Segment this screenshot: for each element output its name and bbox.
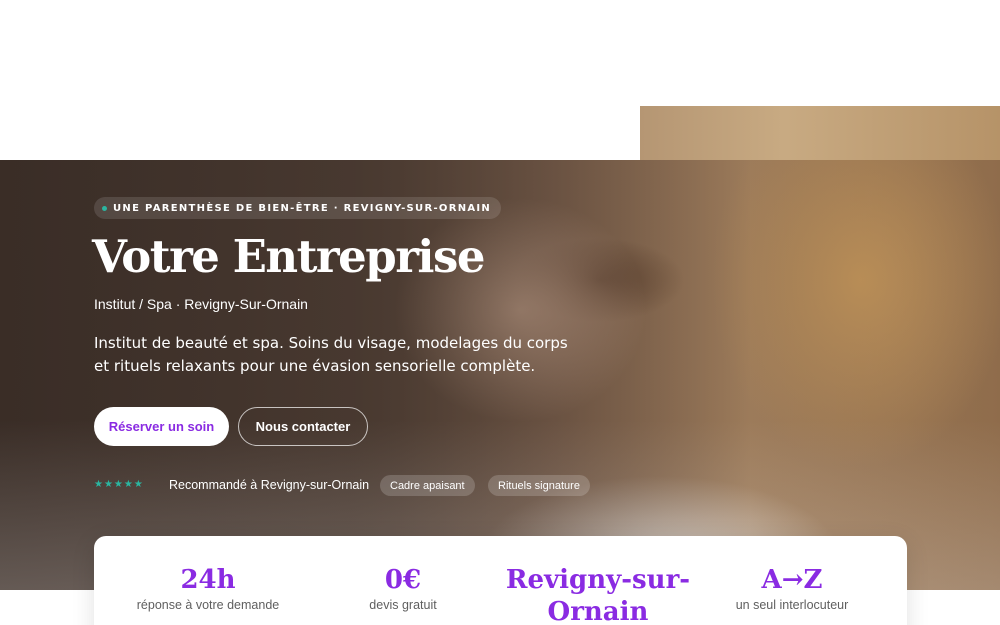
eyebrow-text: UNE PARENTHÈSE DE BIEN-ÊTRE · REVIGNY-SU… xyxy=(113,202,492,214)
rating-stars-icon: ★★★★★ xyxy=(94,479,144,490)
hero-eyebrow: UNE PARENTHÈSE DE BIEN-ÊTRE · REVIGNY-SU… xyxy=(94,197,502,219)
stat-value: A→Z xyxy=(761,565,823,595)
stats-card: 24h réponse à votre demande 0€ devis gra… xyxy=(94,536,907,625)
stat-value: 24h xyxy=(180,565,236,595)
hero-subtitle: Institut / Spa · Revigny-Sur-Ornain xyxy=(94,296,308,312)
stat-single-contact: A→Z un seul interlocuteur xyxy=(692,564,892,612)
contact-button[interactable]: Nous contacter xyxy=(238,407,368,446)
stat-value: 0€ xyxy=(384,565,422,595)
stat-response-time: 24h réponse à votre demande xyxy=(108,564,308,612)
stat-value: Revigny-sur-Ornain xyxy=(505,565,691,625)
recommendation-text: Recommandé à Revigny-sur-Ornain xyxy=(169,478,370,492)
stat-location: Revigny-sur-Ornain xyxy=(498,564,698,625)
chip-cadre-apaisant: Cadre apaisant xyxy=(380,475,475,496)
chip-rituels-signature: Rituels signature xyxy=(488,475,590,496)
page-title: Votre Entreprise xyxy=(92,230,485,283)
hero-description: Institut de beauté et spa. Soins du visa… xyxy=(94,334,568,375)
hero-photo-top xyxy=(640,106,1000,166)
stat-label: devis gratuit xyxy=(369,598,437,612)
stat-label: réponse à votre demande xyxy=(136,598,280,612)
stat-free-quote: 0€ devis gratuit xyxy=(303,564,503,612)
stat-label: un seul interlocuteur xyxy=(735,598,849,612)
book-treatment-button[interactable]: Réserver un soin xyxy=(94,407,229,446)
status-dot-icon xyxy=(102,205,107,211)
